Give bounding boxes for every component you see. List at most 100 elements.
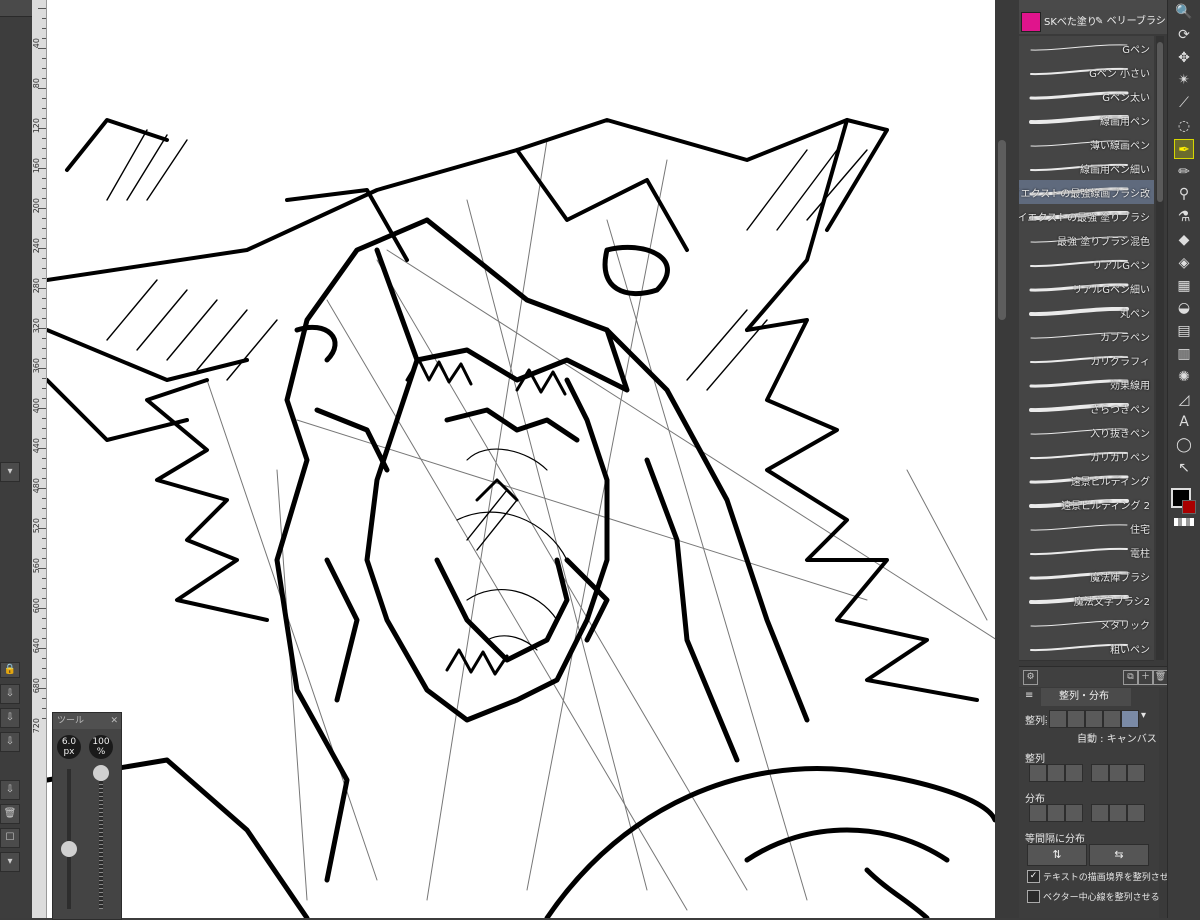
distribute-bottom-button[interactable] [1127, 804, 1145, 822]
brush-item[interactable]: ダイエクストの最強線画ブラシ改 [1019, 180, 1154, 205]
speech-balloon-icon[interactable]: ◯ [1174, 435, 1194, 455]
brush-item[interactable]: 線画用ペン細い [1019, 156, 1154, 181]
sub-color-swatch[interactable] [1182, 500, 1196, 514]
layer-down-button[interactable]: ⇩ [0, 684, 20, 704]
brush-item[interactable]: カブラペン [1019, 324, 1154, 349]
align-top-button[interactable] [1091, 764, 1109, 782]
layout-icon[interactable]: ▥ [1174, 344, 1194, 364]
move-icon[interactable]: ✥ [1174, 48, 1194, 68]
brush-item[interactable]: 遠景ビルディング [1019, 468, 1154, 493]
brush-size-indicator[interactable]: 6.0 px [57, 735, 81, 759]
brush-item[interactable]: 最強 塗りブラシ混色 [1019, 228, 1154, 253]
copy-subtool-icon[interactable]: ⧉ [1123, 670, 1138, 685]
brush-icon[interactable]: ⚲ [1174, 184, 1194, 204]
transparent-color-icon[interactable] [1174, 518, 1194, 526]
trash-icon[interactable]: 🗑 [0, 804, 20, 824]
layer-property-button[interactable]: ☐ [0, 828, 20, 848]
effect-line-icon[interactable]: ✺ [1174, 367, 1194, 387]
sub-tool-tabs[interactable] [1019, 0, 1167, 10]
layer-down-button-4[interactable]: ⇩ [0, 780, 20, 800]
blend-icon[interactable]: ◈ [1174, 253, 1194, 273]
eraser-icon[interactable]: ◆ [1174, 230, 1194, 250]
brush-item[interactable]: 魔法文字ブラシ2 [1019, 588, 1154, 613]
brush-item[interactable]: ダイエクストの最強 塗りブラシ [1019, 204, 1154, 229]
brush-item[interactable]: 線画用ペン [1019, 108, 1154, 133]
lasso-icon[interactable]: ◌ [1174, 116, 1194, 136]
brush-item[interactable]: カリグラフィ [1019, 348, 1154, 373]
brush-item[interactable]: 丸ペン [1019, 300, 1154, 325]
brush-item[interactable]: Gペン [1019, 36, 1154, 61]
distribute-vcenter-button[interactable] [1109, 804, 1127, 822]
tab-align-distribute[interactable]: 整列・分布 [1041, 688, 1131, 706]
align-hcenter-button[interactable] [1047, 764, 1065, 782]
align-to-selection-button[interactable] [1067, 710, 1085, 728]
sk-fill-brush-button[interactable]: SKべた塗り [1021, 12, 1097, 32]
equal-spacing-horizontal-button[interactable]: ⇆ [1089, 844, 1149, 866]
berry-brush-button[interactable]: ✎ ベリーブラシ [1095, 12, 1166, 32]
sub-tool-settings-icon[interactable]: ⚙ [1023, 670, 1038, 685]
brush-item[interactable]: 薄い線画ペン [1019, 132, 1154, 157]
fill-icon[interactable]: ◒ [1174, 298, 1194, 318]
delete-subtool-icon[interactable]: 🗑 [1153, 670, 1168, 685]
brush-list-scroll-thumb[interactable] [1157, 42, 1163, 202]
canvas-scroll-thumb[interactable] [998, 140, 1006, 320]
brush-list-scrollbar[interactable] [1156, 36, 1164, 660]
align-bottom-button[interactable] [1127, 764, 1145, 782]
zoom-icon[interactable]: 🔍 [1174, 2, 1194, 22]
distribute-hcenter-button[interactable] [1047, 804, 1065, 822]
brush-item[interactable]: メタリック [1019, 612, 1154, 637]
pen-icon[interactable]: ✒ [1174, 138, 1194, 159]
distribute-left-button[interactable] [1029, 804, 1047, 822]
distribute-top-button[interactable] [1091, 804, 1109, 822]
opacity-slider-knob[interactable] [93, 765, 109, 781]
align-right-button[interactable] [1065, 764, 1083, 782]
drawing-canvas[interactable] [47, 0, 995, 918]
rotate-icon[interactable]: ⟳ [1174, 25, 1194, 45]
text-bounds-checkbox[interactable]: ✓ [1027, 870, 1040, 883]
dock-dropdown-button[interactable]: ▾ [0, 852, 20, 872]
equal-spacing-vertical-button[interactable]: ⇅ [1027, 844, 1087, 866]
brush-item[interactable]: 魔法陣ブラシ [1019, 564, 1154, 589]
brush-item[interactable]: 効果線用 [1019, 372, 1154, 397]
tool-property-header[interactable]: ツール ✕ [53, 713, 121, 729]
panel-menu-icon[interactable]: ≡ [1025, 690, 1033, 701]
dock-tab-button[interactable]: ▾ [0, 462, 20, 482]
brush-item[interactable]: 電柱 [1019, 540, 1154, 565]
airbrush-icon[interactable]: ⚗ [1174, 207, 1194, 227]
ruler-icon[interactable]: ◿ [1174, 390, 1194, 410]
align-vcenter-button[interactable] [1109, 764, 1127, 782]
align-to-ruler-button[interactable] [1103, 710, 1121, 728]
vector-center-checkbox[interactable] [1027, 890, 1040, 903]
layer-down-button-2[interactable]: ⇩ [0, 708, 20, 728]
brush-item[interactable]: Gペン 小さい [1019, 60, 1154, 85]
align-to-canvas-button[interactable] [1121, 710, 1139, 728]
frame-icon[interactable]: ▦ [1174, 276, 1194, 296]
text-icon[interactable]: A [1174, 412, 1194, 432]
pencil-icon[interactable]: ✏ [1174, 162, 1194, 182]
brush-item[interactable]: リアルGペン細い [1019, 276, 1154, 301]
new-subtool-icon[interactable]: ＋ [1138, 670, 1153, 685]
align-to-layer-button[interactable] [1085, 710, 1103, 728]
brush-size-slider[interactable] [61, 769, 77, 909]
brush-item[interactable]: 入り抜きペン [1019, 420, 1154, 445]
align-to-object-button[interactable] [1049, 710, 1067, 728]
gradient-icon[interactable]: ▤ [1174, 321, 1194, 341]
align-left-button[interactable] [1029, 764, 1047, 782]
opacity-slider[interactable] [93, 765, 109, 909]
layer-down-button-3[interactable]: ⇩ [0, 732, 20, 752]
align-to-dropdown-icon[interactable]: ▾ [1141, 710, 1146, 721]
brush-item[interactable]: リアルGペン [1019, 252, 1154, 277]
canvas-vertical-scrollbar[interactable] [995, 0, 1009, 918]
brush-item[interactable]: ざらつきペン [1019, 396, 1154, 421]
brush-size-slider-knob[interactable] [61, 841, 77, 857]
brush-item[interactable]: 遠景ビルディング 2 [1019, 492, 1154, 517]
brush-item[interactable]: 住宅 [1019, 516, 1154, 541]
eyedropper-icon[interactable]: ⟋ [1174, 93, 1194, 113]
brush-item[interactable]: 粗いペン [1019, 636, 1154, 661]
opacity-indicator[interactable]: 100 % [89, 735, 113, 759]
brush-item[interactable]: Gペン太い [1019, 84, 1154, 109]
distribute-right-button[interactable] [1065, 804, 1083, 822]
brush-item[interactable]: ガリガリペン [1019, 444, 1154, 469]
correct-line-icon[interactable]: ↖ [1174, 458, 1194, 478]
lock-icon[interactable]: 🔒 [0, 662, 20, 678]
